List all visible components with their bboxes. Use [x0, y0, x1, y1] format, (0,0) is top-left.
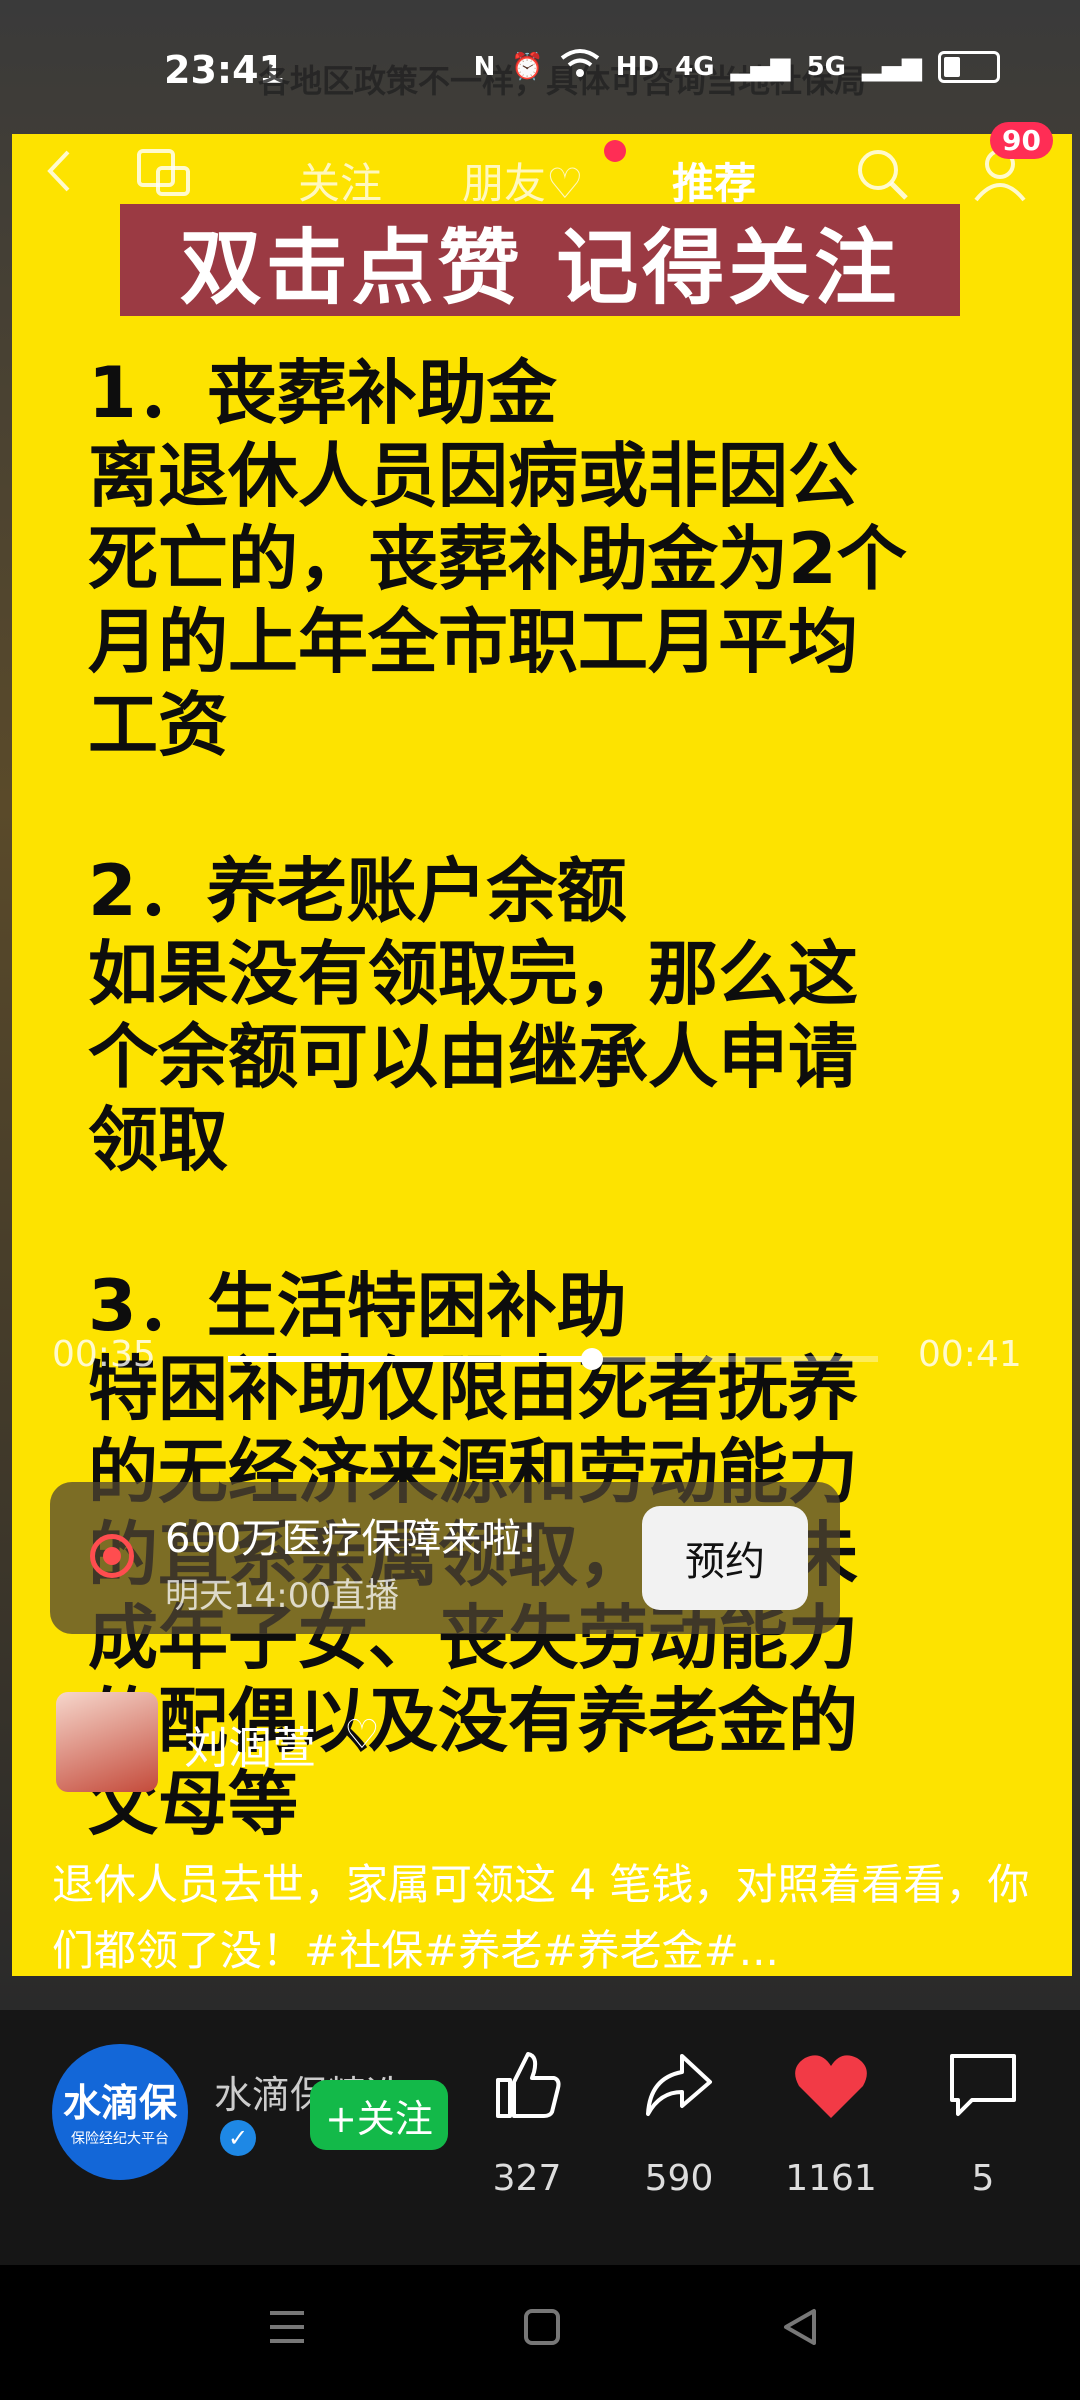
favorite-action[interactable]: 1161 — [766, 2040, 896, 2199]
battery-icon — [938, 50, 1000, 83]
status-bar: 23:41 各地区政策不一样，具体可咨询当地社保局 N ⏰ HD 4G ▂▄▆ … — [0, 40, 1080, 100]
friends-unread-dot — [604, 140, 626, 162]
tab-recommend[interactable]: 推荐 — [672, 150, 756, 211]
logo-text: 水滴保 — [62, 2081, 177, 2125]
promo-title: 600万医疗保障来啦! — [165, 1516, 538, 1562]
progress-total-time: 00:41 — [918, 1334, 1022, 1375]
share-icon — [614, 2040, 744, 2130]
signal-icon-2: ▂▄▆ — [862, 51, 922, 82]
progress-bar[interactable] — [228, 1348, 878, 1370]
promo-subtitle: 明天14:00直播 — [165, 1576, 399, 1616]
heart-filled-icon — [766, 2040, 896, 2130]
system-nav-bar — [0, 2265, 1080, 2400]
network-5g: 5G — [806, 51, 846, 82]
back-nav-icon[interactable] — [780, 2307, 820, 2351]
progress-current-time: 00:35 — [52, 1334, 156, 1375]
tab-friends[interactable]: 朋友♡ — [462, 150, 584, 211]
logo-subtext: 保险经纪大平台 — [71, 2131, 169, 2147]
heart-outline-icon[interactable]: ♡ — [344, 1712, 380, 1758]
follow-button[interactable]: +关注 — [310, 2080, 448, 2150]
share-count: 590 — [644, 2158, 714, 2199]
comment-action[interactable]: 5 — [918, 2040, 1048, 2199]
status-icons: N ⏰ HD 4G ▂▄▆ 5G ▂▄▆ — [474, 48, 1000, 85]
creator-name[interactable]: 刘涸萱 — [184, 1712, 316, 1776]
thumbs-up-icon — [462, 2040, 592, 2130]
share-action[interactable]: 590 — [614, 2040, 744, 2199]
live-promo-card[interactable]: 600万医疗保障来啦! 明天14:00直播 预约 — [50, 1482, 840, 1634]
search-icon[interactable] — [854, 146, 910, 212]
reserve-button[interactable]: 预约 — [642, 1506, 808, 1610]
creator-avatar[interactable] — [56, 1692, 158, 1792]
favorite-count: 1161 — [785, 2158, 877, 2199]
video-banner: 双击点赞 记得关注 — [120, 204, 960, 316]
comment-count: 5 — [971, 2158, 995, 2199]
multi-window-icon[interactable] — [136, 148, 192, 208]
verified-icon: ✓ — [220, 2120, 256, 2156]
like-action[interactable]: 327 — [462, 2040, 592, 2199]
tab-following[interactable]: 关注 — [298, 150, 382, 211]
back-icon[interactable] — [44, 146, 74, 206]
network-4g: 4G — [675, 51, 715, 82]
notification-badge: 90 — [990, 122, 1053, 159]
progress-handle[interactable] — [581, 1348, 603, 1370]
wifi-icon — [560, 48, 600, 85]
comment-icon — [918, 2040, 1048, 2130]
alarm-icon: ⏰ — [511, 51, 544, 82]
hd-icon: HD — [615, 51, 660, 82]
menu-icon[interactable] — [266, 2307, 308, 2351]
progress-fill — [228, 1356, 592, 1362]
home-icon[interactable] — [522, 2307, 562, 2351]
nfc-icon: N — [473, 51, 496, 82]
account-avatar[interactable]: 水滴保 保险经纪大平台 — [52, 2044, 188, 2180]
signal-icon: ▂▄▆ — [730, 51, 791, 82]
top-nav: 关注 朋友♡ 推荐 90 — [0, 122, 1080, 220]
live-icon — [90, 1534, 134, 1578]
video-caption[interactable]: 退休人员去世，家属可领这 4 笔钱，对照着看看，你们都领了没！#社保#养老#养老… — [52, 1852, 1042, 1984]
like-count: 327 — [492, 2158, 562, 2199]
